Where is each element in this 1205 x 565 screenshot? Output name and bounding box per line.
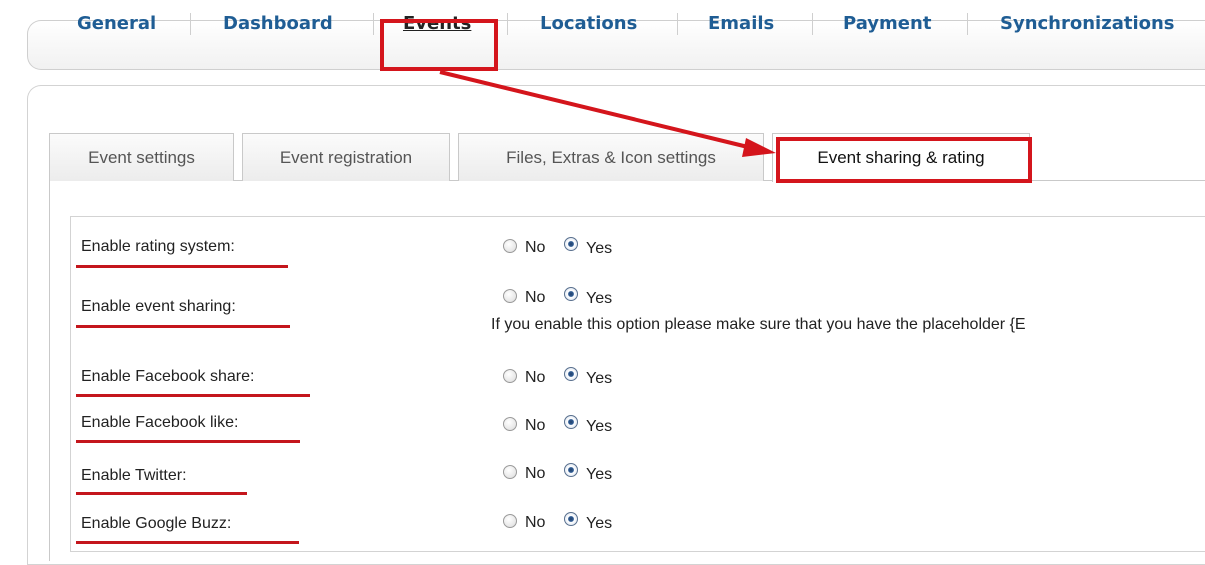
tab-emails[interactable]: Emails xyxy=(708,12,774,36)
radio-facebook-share-yes[interactable] xyxy=(564,367,578,381)
subtab-event-settings[interactable]: Event settings xyxy=(49,133,234,181)
radio-label-no: No xyxy=(525,369,546,386)
radio-label-yes: Yes xyxy=(586,466,613,483)
radio-facebook-like-yes[interactable] xyxy=(564,415,578,429)
tab-dashboard[interactable]: Dashboard xyxy=(223,12,333,36)
radio-label-yes: Yes xyxy=(586,240,613,257)
annotation-underline xyxy=(76,325,290,328)
annotation-underline xyxy=(76,265,288,268)
tab-separator xyxy=(507,13,508,35)
tab-separator xyxy=(190,13,191,35)
annotation-underline xyxy=(76,440,300,443)
radio-rating-yes[interactable] xyxy=(564,237,578,251)
radio-label-no: No xyxy=(525,417,546,434)
radio-label-no: No xyxy=(525,465,546,482)
tab-separator xyxy=(967,13,968,35)
radio-sharing-yes[interactable] xyxy=(564,287,578,301)
radio-label-yes: Yes xyxy=(586,290,613,307)
radio-twitter-no[interactable] xyxy=(503,465,517,479)
radio-label-yes: Yes xyxy=(586,370,613,387)
label-enable-rating-system: Enable rating system: xyxy=(81,238,235,255)
tab-synchronizations[interactable]: Synchronizations xyxy=(1000,12,1175,36)
label-enable-facebook-like: Enable Facebook like: xyxy=(81,414,239,431)
subtab-event-sharing-rating[interactable]: Event sharing & rating xyxy=(772,133,1030,182)
radio-facebook-share-no[interactable] xyxy=(503,369,517,383)
tab-locations[interactable]: Locations xyxy=(540,12,637,36)
tab-events[interactable]: Events xyxy=(403,12,471,36)
radio-rating-no[interactable] xyxy=(503,239,517,253)
tab-payment[interactable]: Payment xyxy=(843,12,931,36)
label-enable-facebook-share: Enable Facebook share: xyxy=(81,368,255,385)
radio-label-yes: Yes xyxy=(586,515,613,532)
annotation-underline xyxy=(76,394,310,397)
label-enable-twitter: Enable Twitter: xyxy=(81,467,187,484)
radio-label-no: No xyxy=(525,289,546,306)
radio-google-buzz-no[interactable] xyxy=(503,514,517,528)
annotation-underline xyxy=(76,541,299,544)
tab-separator xyxy=(812,13,813,35)
radio-label-no: No xyxy=(525,514,546,531)
radio-twitter-yes[interactable] xyxy=(564,463,578,477)
radio-label-yes: Yes xyxy=(586,418,613,435)
subtab-event-registration[interactable]: Event registration xyxy=(242,133,450,181)
radio-facebook-like-no[interactable] xyxy=(503,417,517,431)
radio-google-buzz-yes[interactable] xyxy=(564,512,578,526)
radio-label-no: No xyxy=(525,239,546,256)
tab-separator xyxy=(373,13,374,35)
sharing-hint-text: If you enable this option please make su… xyxy=(491,316,1026,333)
tab-separator xyxy=(677,13,678,35)
label-enable-google-buzz: Enable Google Buzz: xyxy=(81,515,232,532)
subtab-files-extras-icon[interactable]: Files, Extras & Icon settings xyxy=(458,133,764,181)
radio-sharing-no[interactable] xyxy=(503,289,517,303)
tab-general[interactable]: General xyxy=(77,12,156,36)
annotation-underline xyxy=(76,492,247,495)
label-enable-event-sharing: Enable event sharing: xyxy=(81,298,236,315)
